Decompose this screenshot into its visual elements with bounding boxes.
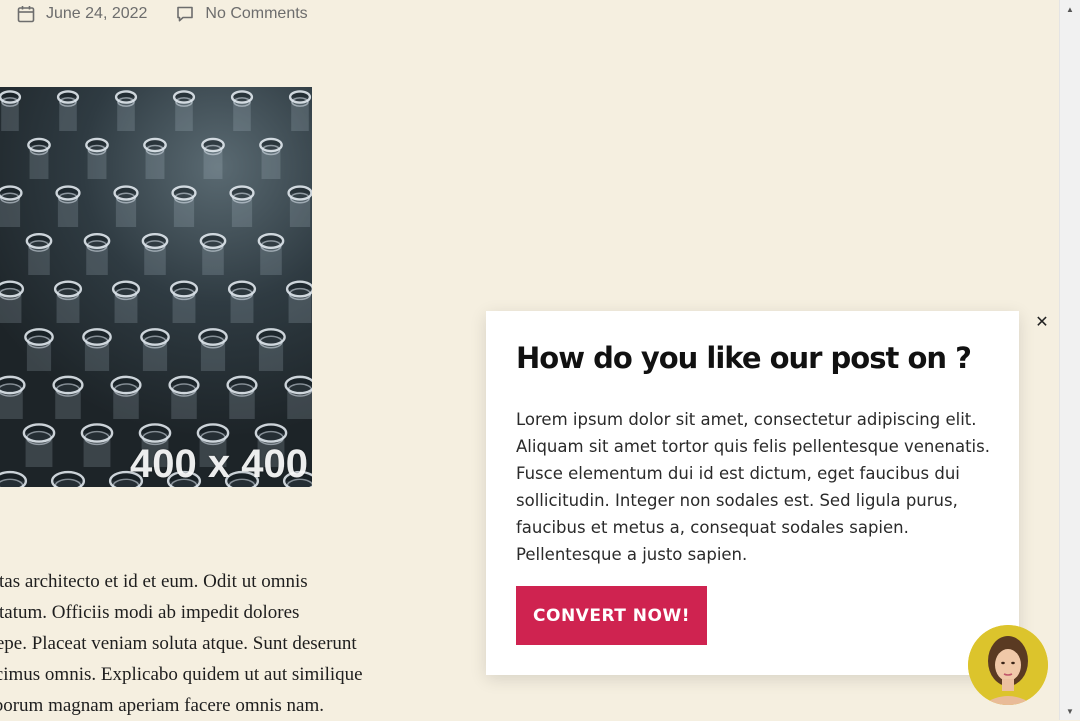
image-size-label: 400 x 400: [130, 442, 308, 486]
avatar-image: [968, 625, 1048, 705]
article-body: uptas architecto et id et eum. Odit ut o…: [0, 566, 430, 721]
post-date-text[interactable]: June 24, 2022: [46, 5, 147, 23]
post-comments-text[interactable]: No Comments: [205, 5, 307, 23]
comment-icon: [177, 6, 194, 22]
featured-image: 400 x 400: [0, 87, 312, 487]
calendar-icon: [17, 6, 35, 23]
article-line: saepe. Placeat veniam soluta atque. Sunt…: [0, 633, 357, 654]
convert-now-button[interactable]: CONVERT NOW!: [516, 586, 707, 645]
scroll-down-arrow[interactable]: ▼: [1060, 702, 1080, 720]
popup-title: How do you like our post on ?: [516, 341, 972, 375]
page-scrollbar[interactable]: ▲ ▼: [1059, 0, 1080, 720]
close-icon[interactable]: ✕: [1034, 314, 1050, 331]
article-line: laborum magnam aperiam facere omnis nam.: [0, 695, 324, 716]
popup-dialog: How do you like our post on ? Lorem ipsu…: [486, 311, 1019, 675]
post-meta: June 24, 2022 No Comments: [16, 4, 336, 24]
popup-body: Lorem ipsum dolor sit amet, consectetur …: [516, 410, 990, 564]
avatar[interactable]: [968, 625, 1048, 705]
article-line: uptas architecto et id et eum. Odit ut o…: [0, 571, 308, 592]
post-date[interactable]: June 24, 2022: [16, 4, 147, 24]
post-comments[interactable]: No Comments: [175, 4, 308, 24]
article-line: uptatum. Officiis modi ab impedit dolore…: [0, 602, 300, 623]
scroll-up-arrow[interactable]: ▲: [1060, 0, 1080, 18]
article-line: lucimus omnis. Explicabo quidem ut aut s…: [0, 664, 363, 685]
